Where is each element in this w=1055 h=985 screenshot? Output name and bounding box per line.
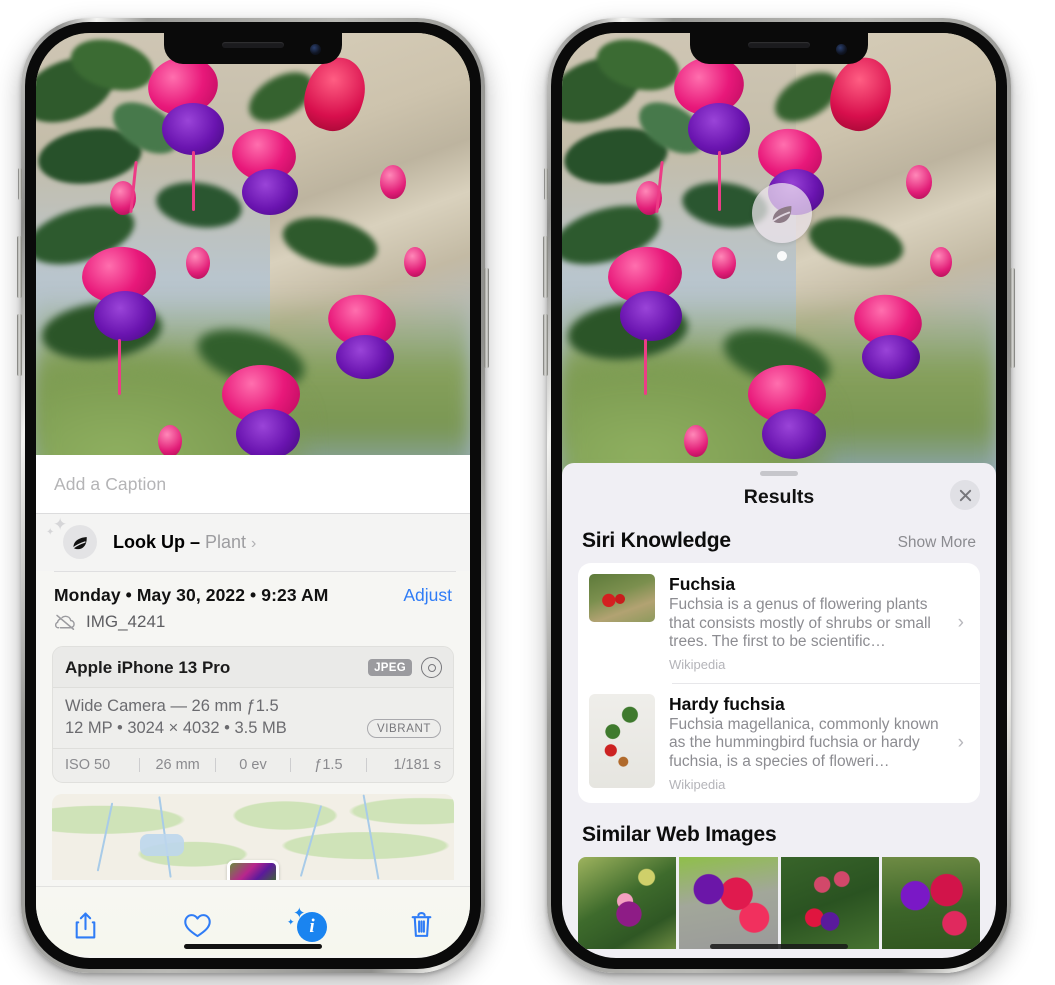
leaf-icon: ✦ ✦	[46, 516, 97, 559]
photo-info-sheet: Add a Caption ✦ ✦ Look Up – Plant › Mond…	[36, 455, 470, 958]
close-icon	[959, 489, 971, 501]
show-more-button[interactable]: Show More	[898, 534, 976, 552]
result-description: Fuchsia magellanica, commonly known as t…	[669, 715, 939, 770]
photo-metadata-row: Monday • May 30, 2022 • 9:23 AM Adjust	[36, 571, 470, 608]
volume-down-button[interactable]	[17, 314, 22, 376]
results-header: Results	[562, 476, 996, 525]
exif-body: Wide Camera — 26 mm ƒ1.5 12 MP • 3024 × …	[53, 688, 453, 749]
home-indicator-left[interactable]	[184, 944, 322, 949]
photographic-style-badge: VIBRANT	[366, 719, 441, 738]
close-button[interactable]	[950, 480, 980, 510]
result-description: Fuchsia is a genus of flowering plants t…	[669, 596, 931, 651]
screenshot-stage: Add a Caption ✦ ✦ Look Up – Plant › Mond…	[0, 0, 1055, 985]
exif-iso: ISO 50	[65, 757, 111, 773]
volume-down-button[interactable]	[543, 314, 548, 376]
siri-knowledge-card: Fuchsia Fuchsia is a genus of flowering …	[578, 563, 980, 803]
trash-icon	[411, 912, 431, 937]
favorite-button[interactable]	[174, 905, 220, 945]
mute-switch[interactable]	[544, 168, 548, 200]
file-row: IMG_4241	[36, 608, 470, 644]
file-name: IMG_4241	[86, 612, 166, 631]
photo-date: Monday • May 30, 2022 • 9:23 AM	[54, 585, 329, 605]
look-up-subject: Plant	[205, 531, 247, 552]
volume-up-button[interactable]	[543, 236, 548, 298]
siri-knowledge-title: Siri Knowledge	[582, 529, 731, 552]
notch-right	[690, 33, 868, 64]
camera-model: Apple iPhone 13 Pro	[65, 657, 231, 677]
sparkle-small-icon: ✦	[46, 527, 55, 538]
exif-shutter: 1/181 s	[393, 757, 442, 773]
chevron-right-icon: ›	[957, 611, 964, 633]
web-image-thumbnail[interactable]	[881, 856, 980, 949]
chevron-right-icon: ›	[957, 731, 964, 753]
pin-dot-icon	[777, 251, 787, 261]
result-title: Fuchsia	[669, 574, 736, 594]
power-button[interactable]	[1010, 268, 1015, 368]
adjust-button[interactable]: Adjust	[403, 585, 452, 606]
exif-stats-row: ISO 50 26 mm 0 ev ƒ1.5 1/181 s	[53, 749, 453, 782]
volume-up-button[interactable]	[17, 236, 22, 298]
share-button[interactable]	[62, 905, 108, 945]
exif-exposure: 0 ev	[239, 757, 267, 773]
cloud-slash-icon	[54, 614, 75, 631]
sparkle-small-icon: ✦	[287, 917, 295, 927]
sparkle-icon: ✦	[53, 515, 68, 534]
photo-viewer-left[interactable]	[36, 33, 470, 485]
screen-right: Results Siri Knowledge Show More Fuchsia…	[562, 33, 996, 958]
phone-bezel-left: Add a Caption ✦ ✦ Look Up – Plant › Mond…	[25, 22, 481, 969]
result-source: Wikipedia	[669, 776, 726, 792]
screen-left: Add a Caption ✦ ✦ Look Up – Plant › Mond…	[36, 33, 470, 958]
visual-look-up-pin[interactable]	[752, 183, 812, 261]
share-icon	[75, 912, 95, 938]
phone-left: Add a Caption ✦ ✦ Look Up – Plant › Mond…	[17, 18, 489, 973]
power-button[interactable]	[484, 268, 489, 368]
look-up-row[interactable]: ✦ ✦ Look Up – Plant ›	[36, 514, 470, 571]
siri-knowledge-header: Siri Knowledge Show More	[562, 525, 996, 563]
results-title: Results	[743, 486, 815, 508]
info-sparkle-icon: ✦ ✦ i	[287, 906, 329, 942]
front-camera-icon	[836, 44, 847, 55]
exif-card[interactable]: Apple iPhone 13 Pro JPEG Wide Camera — 2…	[52, 646, 454, 783]
results-sheet: Results Siri Knowledge Show More Fuchsia…	[562, 463, 996, 958]
heart-icon	[183, 913, 211, 937]
web-image-thumbnail[interactable]	[578, 856, 677, 949]
result-thumbnail	[589, 693, 655, 788]
exif-aperture: ƒ1.5	[314, 757, 343, 773]
delete-button[interactable]	[398, 905, 444, 945]
phone-right: Results Siri Knowledge Show More Fuchsia…	[543, 18, 1015, 973]
resolution-info: 12 MP • 3024 × 4032 • 3.5 MB	[65, 719, 287, 737]
info-button[interactable]: ✦ ✦ i	[286, 905, 332, 945]
aperture-icon	[421, 657, 442, 678]
phone-bezel-right: Results Siri Knowledge Show More Fuchsia…	[551, 22, 1007, 969]
similar-web-images-title: Similar Web Images	[582, 822, 777, 846]
home-indicator-right[interactable]	[710, 944, 848, 949]
notch-left	[164, 33, 342, 64]
result-title: Hardy fuchsia	[669, 693, 785, 714]
exif-focal-length: 26 mm	[155, 757, 200, 773]
earpiece-speaker-icon	[222, 42, 284, 48]
web-image-thumbnail[interactable]	[780, 856, 879, 949]
chevron-right-icon: ›	[251, 534, 257, 552]
mute-switch[interactable]	[18, 168, 22, 200]
web-image-thumbnail[interactable]	[679, 856, 778, 949]
location-map-preview[interactable]	[52, 794, 454, 880]
front-camera-icon	[310, 44, 321, 55]
exif-header: Apple iPhone 13 Pro JPEG	[53, 647, 453, 688]
caption-input[interactable]: Add a Caption	[36, 455, 470, 514]
similar-web-images-strip[interactable]	[562, 856, 996, 949]
info-glyph: i	[297, 912, 327, 942]
lens-info: Wide Camera — 26 mm ƒ1.5	[65, 697, 279, 715]
list-item[interactable]: Fuchsia Fuchsia is a genus of flowering …	[578, 563, 980, 683]
look-up-prefix: Look Up –	[113, 531, 206, 552]
photo-content-left	[36, 33, 470, 485]
format-badge: JPEG	[368, 659, 412, 676]
result-thumbnail	[589, 574, 655, 622]
list-item[interactable]: Hardy fuchsia Fuchsia magellanica, commo…	[578, 682, 980, 803]
map-photo-pin	[227, 860, 279, 880]
earpiece-speaker-icon	[748, 42, 810, 48]
similar-web-images-header: Similar Web Images	[562, 803, 996, 855]
look-up-label: Look Up – Plant ›	[113, 532, 256, 553]
leaf-icon	[752, 183, 812, 243]
result-source: Wikipedia	[669, 656, 726, 672]
